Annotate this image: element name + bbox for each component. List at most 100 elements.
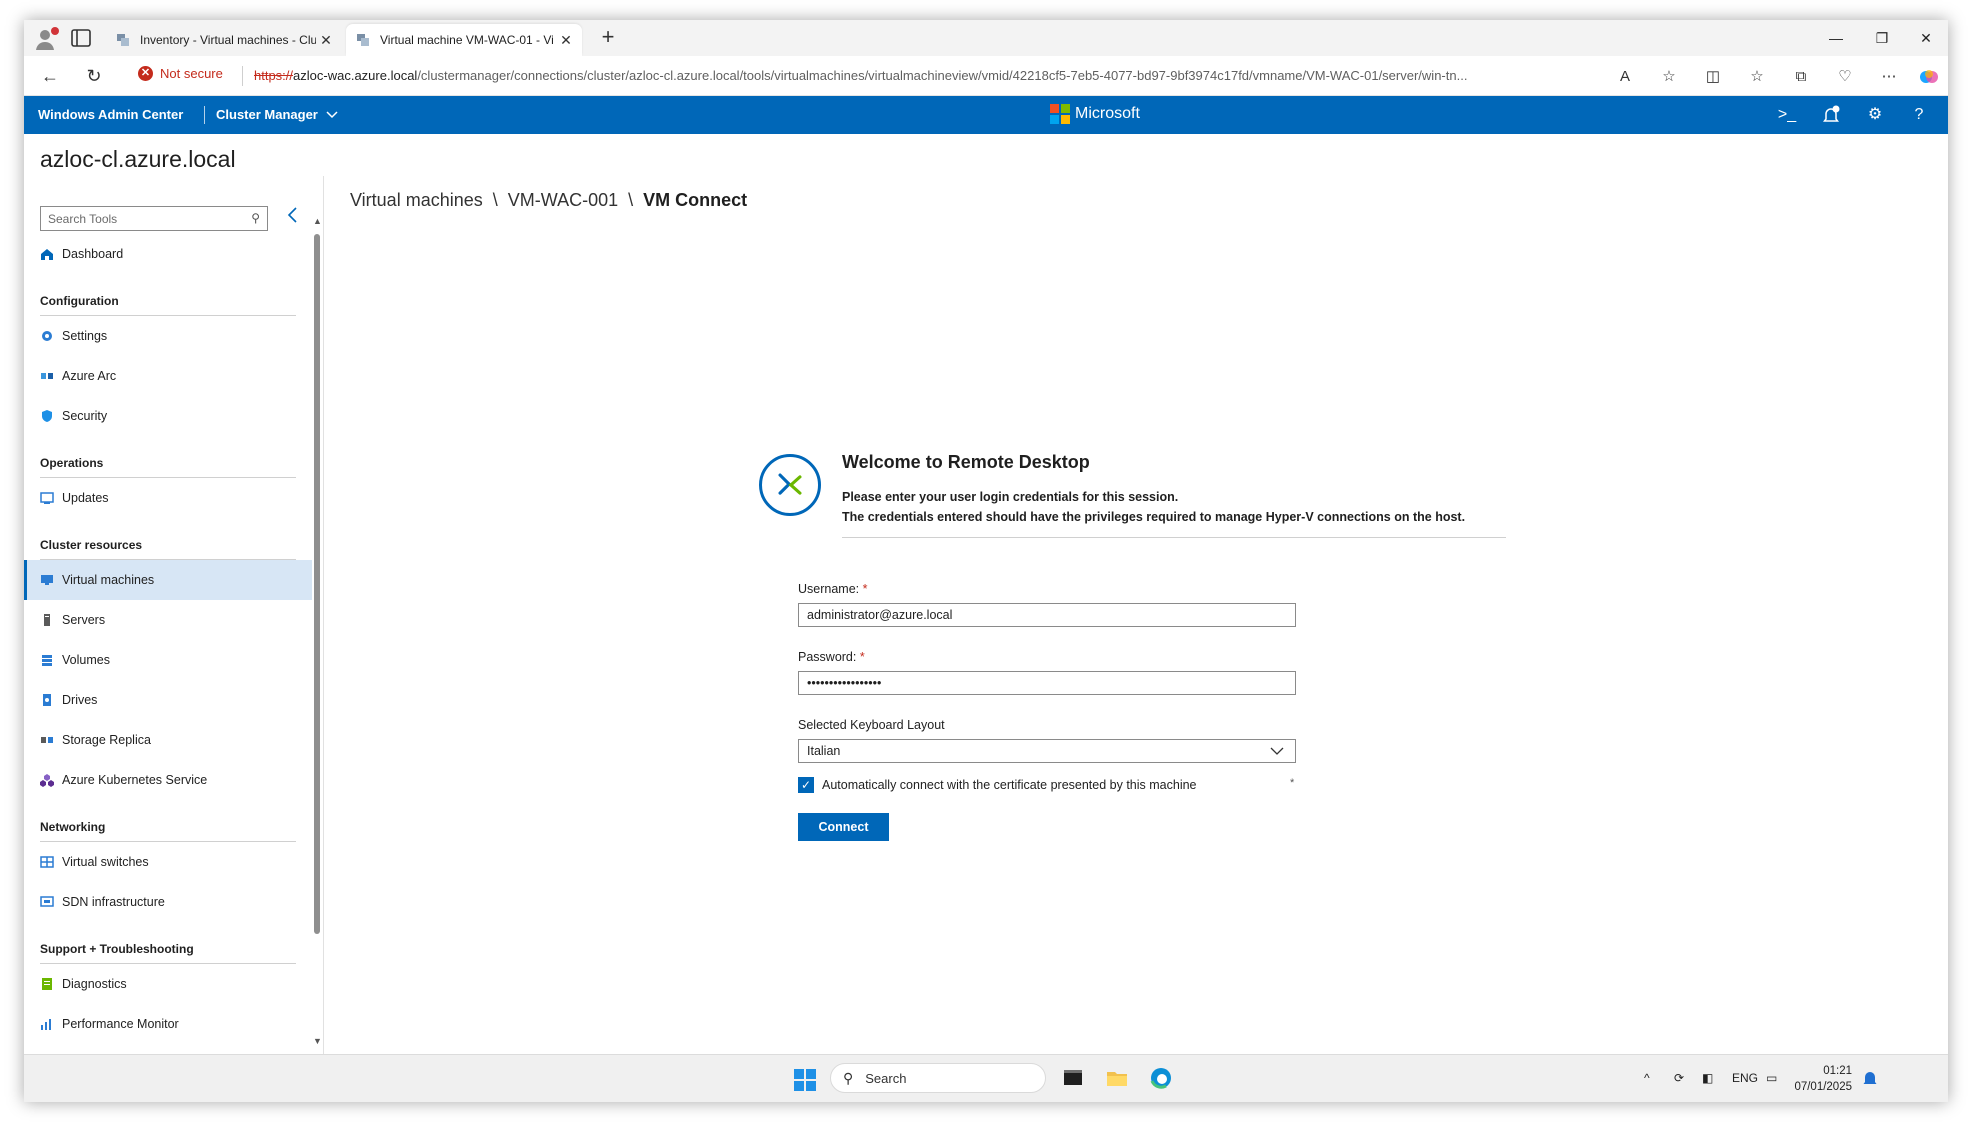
more-icon[interactable]: ⋯ xyxy=(1878,66,1900,88)
tray-sync-icon[interactable]: ⟳ xyxy=(1674,1071,1684,1085)
kubernetes-icon xyxy=(40,774,54,787)
start-windows-icon[interactable] xyxy=(794,1069,816,1091)
wac-favicon-icon xyxy=(357,34,369,46)
sidebar-item-label: Azure Kubernetes Service xyxy=(62,773,208,787)
required-mark: * xyxy=(1290,777,1295,789)
read-aloud-icon[interactable]: A xyxy=(1614,66,1636,88)
auto-connect-checkbox[interactable]: ✓ xyxy=(798,777,814,793)
favorites-icon[interactable]: ☆ xyxy=(1746,66,1768,88)
sidebar-item-security[interactable]: Security xyxy=(24,396,312,436)
username-label-text: Username: xyxy=(798,582,860,596)
tab-actions-icon[interactable] xyxy=(70,28,92,48)
tray-app-icon[interactable]: ◧ xyxy=(1702,1071,1713,1085)
breadcrumb-separator: \ xyxy=(492,190,498,210)
sidebar-item-drives[interactable]: Drives xyxy=(24,680,312,720)
file-explorer-icon[interactable] xyxy=(1104,1065,1130,1091)
scroll-down-arrow-icon[interactable]: ▼ xyxy=(313,1036,322,1046)
tray-overflow-icon[interactable]: ^ xyxy=(1644,1071,1650,1085)
url-field[interactable]: https://azloc-wac.azure.local/clusterman… xyxy=(254,68,1604,83)
minimize-icon[interactable]: — xyxy=(1824,26,1848,50)
taskbar-search-label: Search xyxy=(865,1070,907,1086)
volumes-icon xyxy=(42,655,52,666)
sidebar-item-performance-monitor[interactable]: Performance Monitor xyxy=(24,1004,312,1044)
wac-header: Windows Admin Center Cluster Manager Mic… xyxy=(24,96,1948,134)
security-indicator[interactable]: ✕ Not secure xyxy=(138,66,223,81)
copilot-icon[interactable] xyxy=(1918,66,1940,88)
keyboard-layout-value: Italian xyxy=(807,744,841,758)
performance-chart-icon xyxy=(41,1019,51,1030)
sidebar-item-servers[interactable]: Servers xyxy=(24,600,312,640)
group-label: Configuration xyxy=(40,294,119,308)
chevron-down-icon xyxy=(326,110,338,118)
edge-browser-icon[interactable] xyxy=(1148,1065,1174,1091)
sidebar-scrollbar[interactable] xyxy=(314,234,320,934)
language-indicator[interactable]: ENG xyxy=(1732,1071,1758,1085)
azure-arc-icon xyxy=(41,373,53,379)
auto-connect-label: Automatically connect with the certifica… xyxy=(822,778,1197,792)
sidebar-item-updates[interactable]: Updates xyxy=(24,478,312,518)
collapse-sidebar-icon[interactable] xyxy=(286,206,298,224)
sidebar-item-dashboard[interactable]: Dashboard xyxy=(24,234,312,274)
divider xyxy=(242,66,243,86)
connect-button[interactable]: Connect xyxy=(798,813,889,841)
help-icon[interactable]: ? xyxy=(1908,104,1930,126)
divider xyxy=(842,537,1506,538)
notification-bell-icon[interactable] xyxy=(1820,104,1842,126)
sidebar-item-label: Settings xyxy=(62,329,108,343)
powershell-icon[interactable]: >_ xyxy=(1776,104,1798,126)
password-label: Password: * xyxy=(798,650,865,664)
favorite-star-icon[interactable]: ☆ xyxy=(1658,66,1680,88)
settings-gear-icon xyxy=(42,331,52,341)
profile-icon[interactable] xyxy=(34,26,60,52)
required-mark: * xyxy=(862,582,868,596)
breadcrumb-vm[interactable]: VM-WAC-001 xyxy=(508,190,618,211)
required-mark: * xyxy=(859,650,865,664)
restore-icon[interactable]: ❐ xyxy=(1870,26,1894,50)
tab-inventory[interactable]: Inventory - Virtual machines - Clu ✕ xyxy=(106,24,342,56)
keyboard-layout-select[interactable]: Italian xyxy=(798,739,1296,763)
password-field[interactable]: ••••••••••••••••• xyxy=(798,671,1296,695)
sidebar-item-label: Volumes xyxy=(62,653,110,667)
close-icon[interactable]: ✕ xyxy=(316,32,336,49)
clock-time: 01:21 xyxy=(1823,1065,1852,1077)
search-input[interactable]: Search Tools ⚲ xyxy=(40,206,268,231)
error-icon: ✕ xyxy=(138,66,153,81)
browser-essentials-icon[interactable]: ♡ xyxy=(1834,66,1856,88)
close-window-icon[interactable]: ✕ xyxy=(1914,26,1938,50)
sidebar-item-sdn[interactable]: SDN infrastructure xyxy=(24,882,312,922)
tab-vm-connect[interactable]: Virtual machine VM-WAC-01 - Vi ✕ xyxy=(346,24,582,56)
cluster-manager-menu[interactable]: Cluster Manager xyxy=(216,107,338,122)
username-label: Username: * xyxy=(798,582,868,596)
sidebar-item-aks[interactable]: Azure Kubernetes Service xyxy=(24,760,312,800)
taskbar: ⚲ Search ^ ⟳ ◧ ENG ▭ 01:21 07/01/2025 xyxy=(24,1054,1948,1102)
updates-icon xyxy=(40,492,54,504)
tab-title: Virtual machine VM-WAC-01 - Vi xyxy=(380,33,554,47)
notification-bell-icon[interactable] xyxy=(1860,1068,1880,1088)
password-value: ••••••••••••••••• xyxy=(807,676,882,690)
terminal-app-icon[interactable] xyxy=(1060,1065,1086,1091)
refresh-icon[interactable]: ↻ xyxy=(82,64,106,88)
breadcrumb-virtual-machines[interactable]: Virtual machines xyxy=(350,190,483,211)
scroll-up-arrow-icon[interactable]: ▲ xyxy=(313,216,322,226)
sidebar-item-storage-replica[interactable]: Storage Replica xyxy=(24,720,312,760)
collections-icon[interactable]: ⧉ xyxy=(1790,66,1812,88)
sdn-icon xyxy=(40,896,54,907)
sidebar-item-volumes[interactable]: Volumes xyxy=(24,640,312,680)
network-icon[interactable]: ▭ xyxy=(1766,1071,1777,1085)
sidebar-item-virtual-machines[interactable]: Virtual machines xyxy=(24,560,312,600)
nav-group-networking: Networking xyxy=(24,800,312,842)
close-icon[interactable]: ✕ xyxy=(556,32,576,49)
wac-brand[interactable]: Windows Admin Center xyxy=(38,107,183,122)
clock[interactable]: 01:21 07/01/2025 xyxy=(1784,1063,1852,1095)
split-screen-icon[interactable]: ◫ xyxy=(1702,66,1724,88)
sidebar-item-settings[interactable]: Settings xyxy=(24,316,312,356)
taskbar-search[interactable]: ⚲ Search xyxy=(830,1063,1046,1093)
sidebar: Search Tools ⚲ Dashboard Configuration S… xyxy=(24,176,324,1054)
username-field[interactable]: administrator@azure.local xyxy=(798,603,1296,627)
sidebar-item-azure-arc[interactable]: Azure Arc xyxy=(24,356,312,396)
gear-icon[interactable]: ⚙ xyxy=(1864,104,1886,126)
sidebar-item-diagnostics[interactable]: Diagnostics xyxy=(24,964,312,1004)
sidebar-item-virtual-switches[interactable]: Virtual switches xyxy=(24,842,312,882)
back-icon[interactable]: ← xyxy=(38,64,62,88)
new-tab-button[interactable]: + xyxy=(596,26,620,50)
